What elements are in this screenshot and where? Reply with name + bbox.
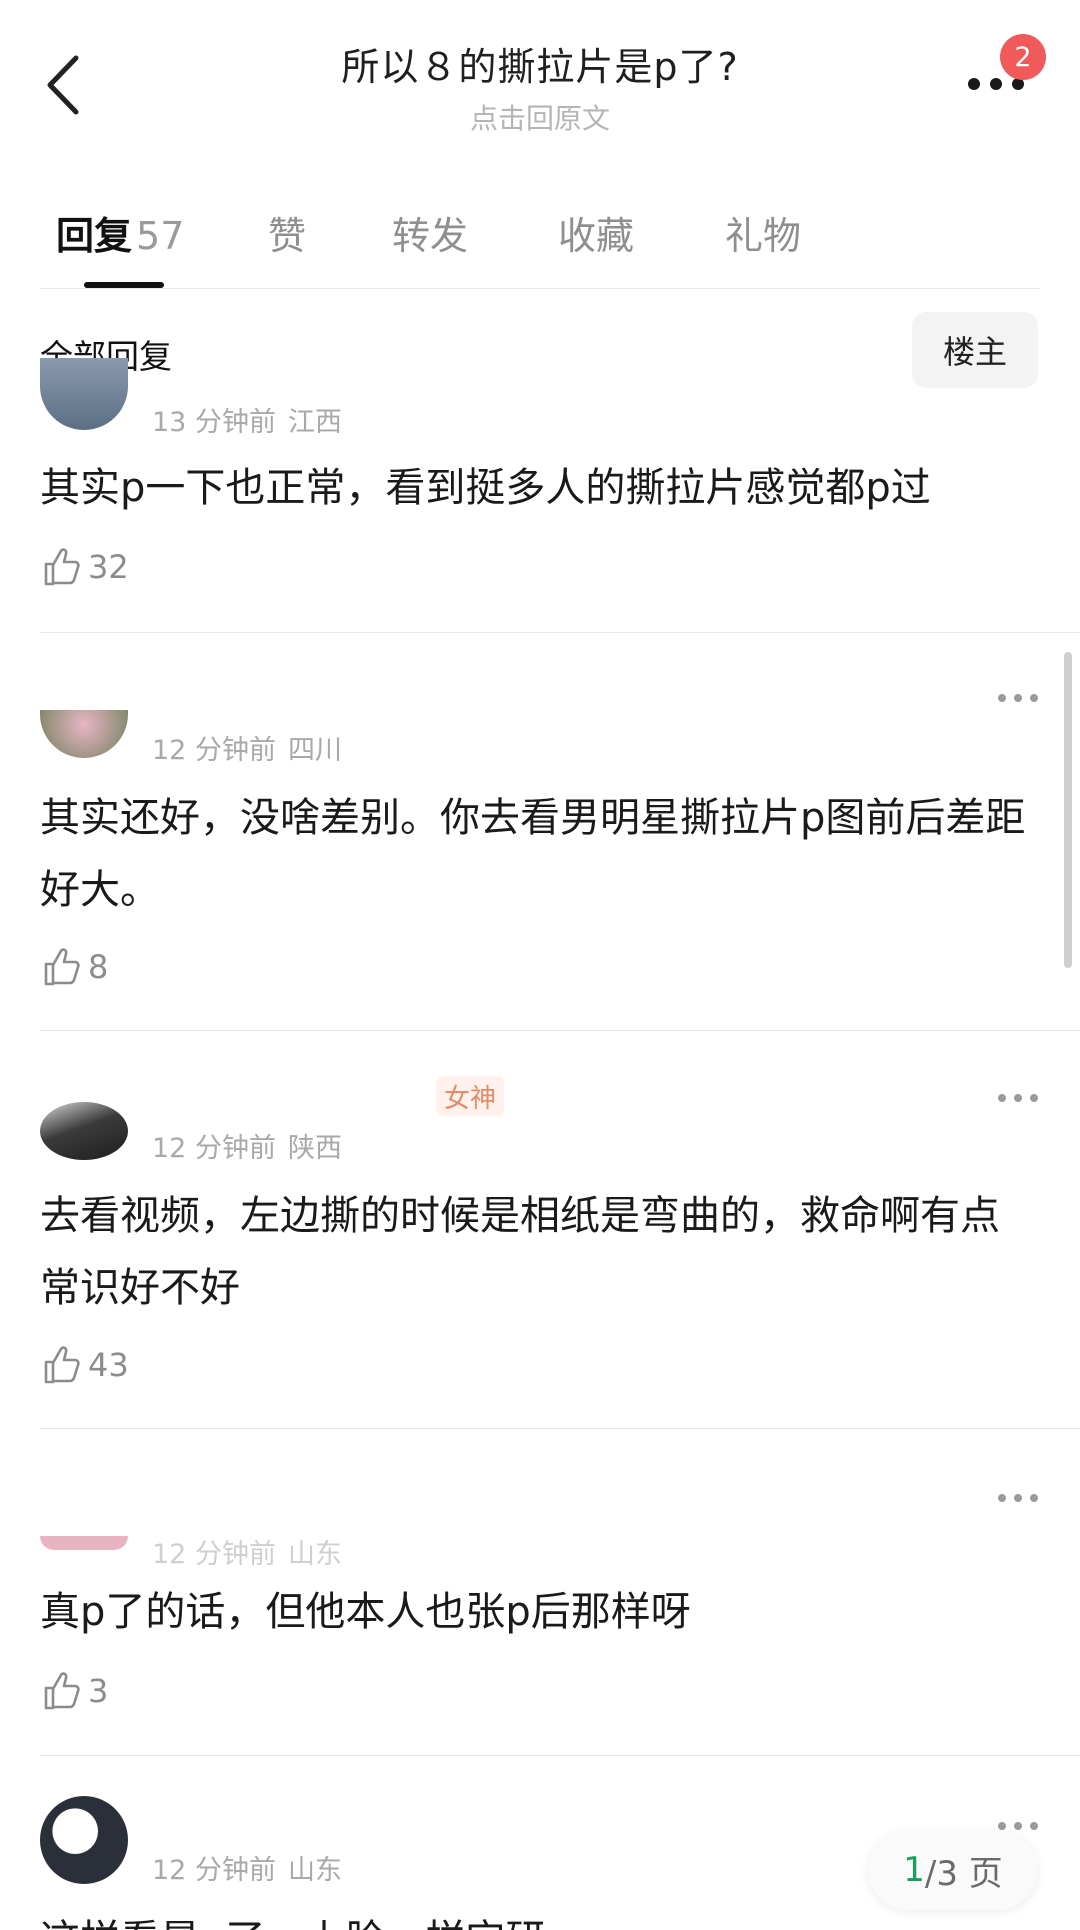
tab-shares[interactable]: 转发 [392, 205, 468, 260]
more-dots-icon [998, 1494, 1038, 1502]
scrollbar[interactable] [1064, 652, 1072, 968]
back-button[interactable] [36, 48, 92, 118]
comment-item: 13 分钟前 江西 其实p一下也正常，看到挺多人的撕拉片感觉都p过 32 [0, 358, 1080, 630]
comment-location: 陕西 [287, 1133, 342, 1164]
thumbs-up-icon [44, 948, 80, 986]
pagination-indicator[interactable]: 1/3 页 [868, 1830, 1038, 1910]
avatar[interactable] [40, 1102, 128, 1160]
thumbs-up-icon [44, 1672, 80, 1710]
back-to-original-link[interactable]: 点击回原文 [200, 97, 880, 137]
like-button[interactable]: 3 [40, 1666, 108, 1716]
notification-badge: 2 [1000, 34, 1046, 80]
comment-meta: 13 分钟前 江西 [152, 400, 342, 439]
tab-gifts[interactable]: 礼物 [725, 205, 801, 260]
divider [40, 1030, 1080, 1031]
top-bar: 所以８的撕拉片是p了? 点击回原文 2 [0, 0, 1080, 150]
like-count: 3 [88, 1672, 109, 1710]
divider [40, 1428, 1080, 1429]
more-dots-icon [998, 694, 1038, 702]
thumbs-up-icon [44, 1346, 80, 1384]
like-count: 8 [88, 948, 109, 986]
comment-meta: 12 分钟前 山东 [152, 1848, 342, 1887]
comment-item: 12 分钟前 山东 真p了的话，但他本人也张p后那样呀 3 [0, 1460, 1080, 1756]
avatar[interactable] [40, 1796, 128, 1884]
avatar[interactable] [40, 710, 128, 758]
comment-location: 山东 [287, 1539, 342, 1570]
tab-replies-count: 57 [136, 214, 185, 258]
comment-text[interactable]: 其实p一下也正常，看到挺多人的撕拉片感觉都p过 [40, 452, 1030, 524]
comment-meta: 12 分钟前 陕西 [152, 1126, 342, 1165]
comment-item: 女神 12 分钟前 陕西 去看视频，左边撕的时候是相纸是弯曲的，救命啊有点常识好不… [0, 1060, 1080, 1428]
avatar[interactable] [40, 1536, 128, 1550]
comment-meta: 12 分钟前 山东 [152, 1532, 342, 1571]
comment-item: 12 分钟前 四川 其实还好，没啥差别。你去看男明星撕拉片p图前后差距好大。 8 [0, 660, 1080, 1030]
like-count: 43 [88, 1346, 129, 1384]
comment-location: 四川 [287, 735, 342, 766]
comment-location: 山东 [287, 1855, 342, 1886]
comment-text[interactable]: 这样看是p了，上脸一样宝研 [40, 1904, 1030, 1930]
post-title[interactable]: 所以８的撕拉片是p了? [200, 36, 880, 91]
divider [40, 632, 1080, 633]
comment-more-button[interactable] [996, 690, 1040, 706]
title-block[interactable]: 所以８的撕拉片是p了? 点击回原文 [200, 36, 880, 137]
comment-text[interactable]: 真p了的话，但他本人也张p后那样呀 [40, 1576, 1030, 1648]
tab-bar: 回复 57 赞 转发 收藏 礼物 [0, 195, 1080, 290]
comment-text[interactable]: 其实还好，没啥差别。你去看男明星撕拉片p图前后差距好大。 [40, 782, 1030, 926]
thumbs-up-icon [44, 548, 80, 586]
like-button[interactable]: 43 [40, 1340, 129, 1390]
tab-replies[interactable]: 回复 57 [56, 205, 184, 260]
current-page: 1 [903, 1850, 925, 1890]
comment-location: 江西 [287, 407, 342, 438]
tabs-divider [40, 288, 1040, 289]
divider [40, 1755, 1080, 1756]
like-count: 32 [88, 548, 129, 586]
comment-meta: 12 分钟前 四川 [152, 728, 342, 767]
comment-more-button[interactable] [996, 1090, 1040, 1106]
like-button[interactable]: 32 [40, 542, 129, 592]
comment-more-button[interactable] [996, 1490, 1040, 1506]
comment-text[interactable]: 去看视频，左边撕的时候是相纸是弯曲的，救命啊有点常识好不好 [40, 1180, 1030, 1324]
op-only-button[interactable]: 楼主 [912, 312, 1038, 388]
chevron-left-icon [47, 55, 79, 115]
tab-likes[interactable]: 赞 [268, 205, 306, 260]
total-pages: /3 页 [924, 1853, 1003, 1894]
user-title-tag: 女神 [436, 1076, 505, 1116]
tab-favorites[interactable]: 收藏 [558, 205, 634, 260]
avatar[interactable] [40, 358, 128, 430]
more-dots-icon [998, 1094, 1038, 1102]
comment-time: 12 分钟前 [152, 735, 276, 766]
like-button[interactable]: 8 [40, 942, 108, 992]
comment-time: 12 分钟前 [152, 1539, 276, 1570]
comment-time: 12 分钟前 [152, 1855, 276, 1886]
post-replies-screen: 所以８的撕拉片是p了? 点击回原文 2 回复 57 赞 转发 收藏 礼物 全部回复… [0, 0, 1080, 1930]
tab-replies-label: 回复 [56, 214, 133, 258]
comment-time: 13 分钟前 [152, 407, 276, 438]
comment-time: 12 分钟前 [152, 1133, 276, 1164]
